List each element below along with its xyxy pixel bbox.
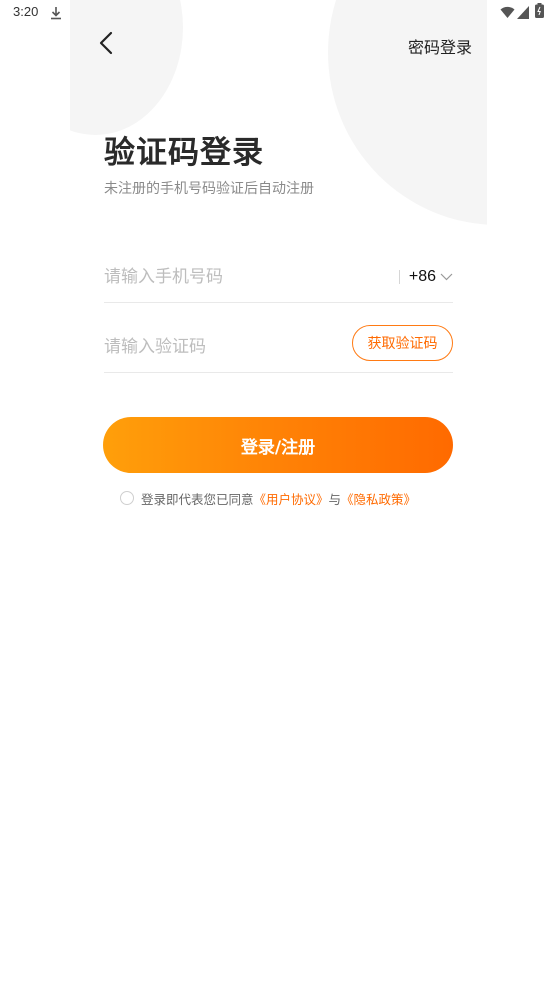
login-register-button[interactable]: 登录/注册	[103, 417, 453, 473]
phone-input[interactable]	[104, 253, 344, 301]
code-field: 获取验证码	[104, 323, 453, 373]
verification-code-input[interactable]	[104, 323, 344, 371]
country-code: +86	[408, 268, 436, 285]
chevron-down-icon	[440, 273, 453, 281]
status-time: 3:20	[13, 4, 39, 19]
get-code-button[interactable]: 获取验证码	[352, 325, 453, 361]
page-title: 验证码登录	[104, 135, 264, 171]
agreement-radio[interactable]	[120, 491, 134, 505]
battery-icon	[535, 3, 544, 22]
page-subtitle: 未注册的手机号码验证后自动注册	[104, 181, 314, 197]
agreement-prefix: 登录即代表您已同意	[141, 491, 254, 507]
country-code-selector[interactable]: +86	[398, 265, 453, 289]
password-login-link[interactable]: 密码登录	[408, 34, 472, 58]
agreement-connector: 与	[328, 491, 342, 507]
phone-field: +86	[104, 253, 453, 303]
agreement-row: 登录即代表您已同意 《用户协议》 与 《隐私政策》	[120, 489, 416, 507]
back-button[interactable]	[92, 30, 120, 60]
signal-icon	[517, 4, 529, 23]
privacy-policy-link[interactable]: 《隐私政策》	[341, 489, 416, 508]
wifi-icon	[500, 4, 515, 23]
download-icon	[50, 5, 62, 24]
chevron-left-icon	[99, 31, 113, 59]
field-divider	[398, 270, 400, 284]
login-page: 3:20 密码登录 验证码登录 未注册的手机号码验证后自动注册 请输入手机号码 …	[0, 0, 556, 990]
decor-circle-left	[70, 0, 183, 135]
user-agreement-link[interactable]: 《用户协议》	[254, 489, 329, 508]
